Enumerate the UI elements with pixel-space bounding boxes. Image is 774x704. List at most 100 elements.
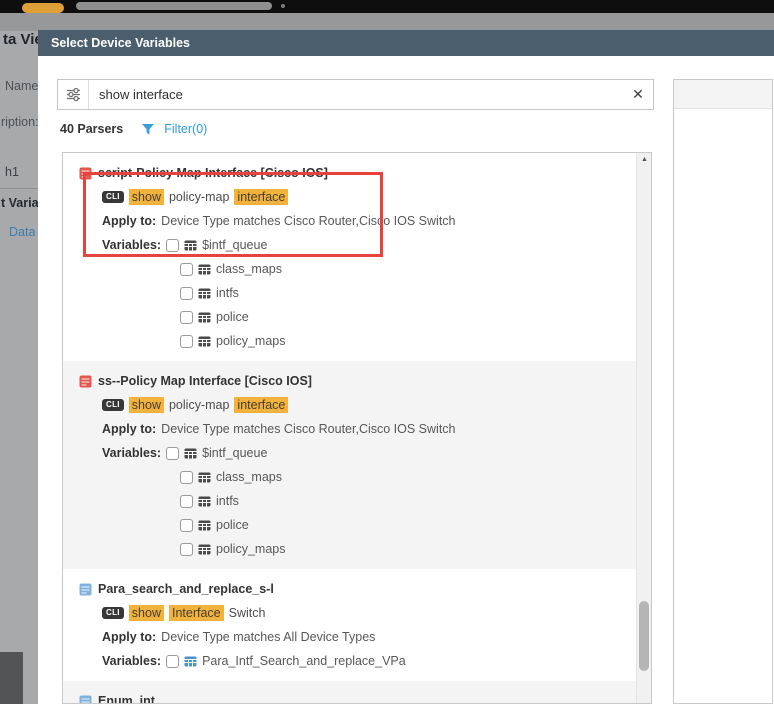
highlighted-keyword: show bbox=[129, 605, 164, 621]
variable-row: police bbox=[180, 305, 637, 329]
cli-badge: CLI bbox=[102, 399, 124, 411]
apply-to-label: Apply to: bbox=[102, 630, 156, 644]
highlighted-keyword: interface bbox=[234, 189, 288, 205]
table-icon bbox=[184, 655, 197, 668]
variable-row: policy_maps bbox=[180, 329, 637, 353]
variable-checkbox[interactable] bbox=[166, 239, 179, 252]
background-variables-tab: t Varia bbox=[1, 196, 39, 210]
browser-logo bbox=[22, 3, 64, 13]
scroll-up-button[interactable]: ▲ bbox=[637, 153, 652, 167]
table-icon bbox=[198, 519, 211, 532]
background-divider bbox=[0, 188, 38, 189]
variable-row: police bbox=[180, 513, 637, 537]
background-device-name: h1 bbox=[5, 165, 19, 179]
variable-name: class_maps bbox=[216, 470, 282, 484]
background-data-link: Data bbox=[9, 225, 35, 239]
select-device-variables-modal: Select Device Variables ✕ 40 Parsers Fil… bbox=[38, 30, 774, 704]
clear-search-icon[interactable]: ✕ bbox=[623, 86, 653, 103]
variables-label: Variables: bbox=[102, 446, 161, 460]
table-icon bbox=[184, 447, 197, 460]
table-icon bbox=[184, 239, 197, 252]
variable-checkbox[interactable] bbox=[166, 447, 179, 460]
parser-list: script-Policy Map Interface [Cisco IOS] C… bbox=[63, 153, 637, 704]
address-bar[interactable] bbox=[76, 2, 272, 10]
parser-name: script-Policy Map Interface [Cisco IOS] bbox=[98, 166, 328, 180]
variable-name: policy_maps bbox=[216, 334, 285, 348]
scrollbar-thumb[interactable] bbox=[639, 601, 649, 671]
parser-item: Enum_int bbox=[63, 681, 637, 704]
variable-name: Para_Intf_Search_and_replace_VPa bbox=[202, 654, 406, 668]
parser-item: script-Policy Map Interface [Cisco IOS] C… bbox=[63, 153, 637, 361]
red-parser-icon bbox=[79, 167, 92, 180]
variable-name: $intf_queue bbox=[202, 238, 267, 252]
parser-item: ss--Policy Map Interface [Cisco IOS]CLIs… bbox=[63, 361, 637, 569]
modal-header: Select Device Variables bbox=[38, 30, 774, 56]
red-parser-icon bbox=[79, 375, 92, 388]
variable-row: Variables: Para_Intf_Search_and_replace_V… bbox=[102, 649, 637, 673]
apply-to-value: Device Type matches All Device Types bbox=[161, 630, 375, 644]
variable-checkbox[interactable] bbox=[180, 495, 193, 508]
cli-badge: CLI bbox=[102, 607, 124, 619]
variable-checkbox[interactable] bbox=[180, 263, 193, 276]
variable-checkbox[interactable] bbox=[180, 287, 193, 300]
variable-checkbox[interactable] bbox=[180, 311, 193, 324]
apply-to-label: Apply to: bbox=[102, 422, 156, 436]
parser-list-box: script-Policy Map Interface [Cisco IOS] C… bbox=[62, 152, 652, 704]
variable-row: class_maps bbox=[180, 257, 637, 281]
table-icon bbox=[198, 335, 211, 348]
cli-text: Switch bbox=[229, 606, 266, 620]
list-scrollbar[interactable]: ▲ bbox=[636, 153, 651, 703]
variable-row: intfs bbox=[180, 489, 637, 513]
highlighted-keyword: show bbox=[129, 397, 164, 413]
cli-text: policy-map bbox=[169, 398, 229, 412]
table-icon bbox=[198, 287, 211, 300]
cli-badge: CLI bbox=[102, 191, 124, 203]
variable-name: police bbox=[216, 518, 249, 532]
background-name-label: Name: bbox=[5, 79, 42, 93]
variable-checkbox[interactable] bbox=[180, 471, 193, 484]
results-row: 40 Parsers Filter(0) bbox=[60, 118, 207, 140]
filter-funnel-icon[interactable] bbox=[141, 123, 155, 136]
apply-to-label: Apply to: bbox=[102, 214, 156, 228]
variable-row: policy_maps bbox=[180, 537, 637, 561]
search-input[interactable] bbox=[89, 80, 623, 109]
highlighted-keyword: interface bbox=[234, 397, 288, 413]
table-icon bbox=[198, 471, 211, 484]
selected-variables-panel-header bbox=[674, 80, 772, 109]
blue-parser-icon bbox=[79, 695, 92, 704]
modal-title: Select Device Variables bbox=[51, 30, 190, 56]
page-header-band bbox=[0, 13, 774, 31]
parser-name: Enum_int bbox=[98, 694, 155, 704]
variable-name: $intf_queue bbox=[202, 446, 267, 460]
variable-name: class_maps bbox=[216, 262, 282, 276]
background-description-label: ription: bbox=[1, 115, 39, 129]
variable-checkbox[interactable] bbox=[180, 543, 193, 556]
highlighted-keyword: show bbox=[129, 189, 164, 205]
selected-variables-panel bbox=[673, 79, 773, 704]
parser-search-box: ✕ bbox=[57, 79, 654, 110]
variable-row: class_maps bbox=[180, 465, 637, 489]
results-count: 40 Parsers bbox=[60, 122, 123, 136]
table-icon bbox=[198, 543, 211, 556]
variables-label: Variables: bbox=[102, 654, 161, 668]
sliders-icon bbox=[65, 86, 82, 103]
variable-row: Variables: $intf_queue bbox=[102, 441, 637, 465]
variable-row: Variables:$intf_queue bbox=[102, 233, 637, 257]
cli-text: policy-map bbox=[169, 190, 229, 204]
variable-name: intfs bbox=[216, 494, 239, 508]
filter-link[interactable]: Filter(0) bbox=[164, 122, 207, 136]
browser-dot-icon bbox=[281, 4, 285, 8]
variable-name: intfs bbox=[216, 286, 239, 300]
variable-checkbox[interactable] bbox=[180, 519, 193, 532]
apply-to-value: Device Type matches Cisco Router,Cisco I… bbox=[161, 422, 455, 436]
variable-row: intfs bbox=[180, 281, 637, 305]
table-icon bbox=[198, 263, 211, 276]
search-filter-toggle[interactable] bbox=[58, 80, 89, 109]
background-page-title: ta Vie bbox=[3, 31, 43, 48]
variable-checkbox[interactable] bbox=[166, 655, 179, 668]
highlighted-keyword: Interface bbox=[169, 605, 224, 621]
apply-to-value: Device Type matches Cisco Router,Cisco I… bbox=[161, 214, 455, 228]
background-dark-block bbox=[0, 652, 23, 704]
variable-checkbox[interactable] bbox=[180, 335, 193, 348]
parser-item: Para_search_and_replace_s-lCLIshowInterf… bbox=[63, 569, 637, 681]
